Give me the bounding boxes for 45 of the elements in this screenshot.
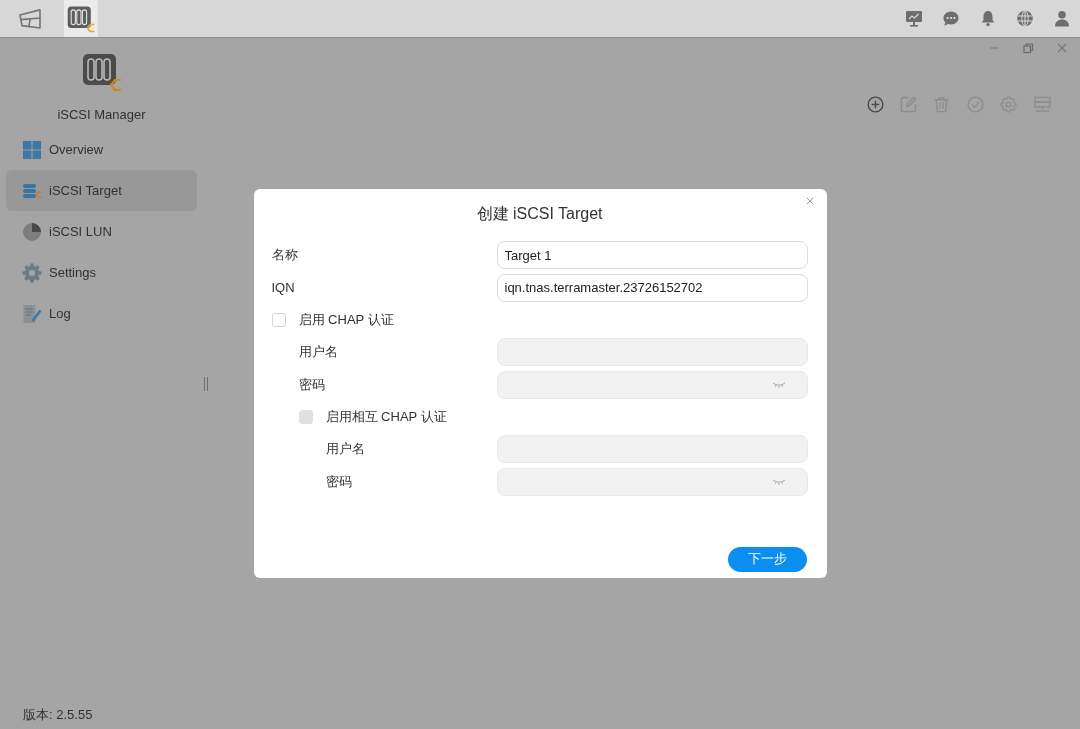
server-icon — [1033, 95, 1051, 113]
toolbar-button[interactable] — [865, 94, 886, 114]
drive-bay-icon — [67, 4, 95, 33]
dialog-title: 创建 iSCSI Target — [476, 204, 603, 225]
check-circle-icon — [966, 95, 984, 113]
field-label: 用户名 — [298, 344, 338, 361]
field-label: 名称 — [271, 247, 298, 264]
edit-icon — [899, 95, 917, 113]
resize-handle[interactable] — [204, 376, 208, 391]
grid-icon — [22, 139, 42, 160]
globe-icon[interactable] — [1016, 10, 1034, 27]
next-button[interactable]: 下一步 — [727, 546, 807, 572]
document-pencil-icon — [22, 303, 42, 324]
close-button[interactable] — [804, 196, 815, 207]
drive-bay-icon — [81, 52, 122, 92]
checkbox-label: 启用相互 CHAP 认证 — [325, 408, 447, 425]
bell-icon[interactable] — [979, 10, 997, 27]
gear-icon — [22, 262, 42, 283]
field-label: 用户名 — [325, 441, 365, 458]
pie-chart-icon — [22, 221, 42, 242]
checkbox-label: 启用 CHAP 认证 — [298, 312, 394, 329]
field-label: IQN — [271, 279, 295, 296]
text-field[interactable]: iqn.tnas.terramaster.23726152702 — [496, 273, 808, 302]
gear-icon — [1000, 95, 1018, 113]
user-icon[interactable] — [1053, 10, 1071, 27]
version-text: 版本: 2.5.55 — [23, 707, 93, 723]
trash-icon — [933, 95, 951, 113]
window-icon — [19, 8, 41, 29]
text-field[interactable]: Target 1 — [496, 241, 808, 270]
nav-item[interactable]: Log — [6, 293, 197, 334]
field-label: 密码 — [325, 473, 352, 490]
nav-item[interactable]: Settings — [6, 252, 197, 293]
nav-item[interactable]: iSCSI Target — [6, 170, 197, 211]
close-icon — [1056, 42, 1068, 54]
monitor-icon[interactable] — [905, 10, 923, 27]
close-icon — [805, 197, 814, 206]
add-icon — [866, 95, 884, 113]
nav-item[interactable]: iSCSI LUN — [6, 211, 197, 252]
app-name: iSCSI Manager — [57, 107, 146, 123]
nav-item[interactable]: Overview — [6, 129, 197, 170]
chat-icon[interactable] — [942, 10, 960, 27]
restore-icon — [1022, 42, 1034, 54]
field-label: 密码 — [298, 376, 325, 393]
taskbar-button[interactable] — [64, 0, 98, 37]
checkbox[interactable] — [271, 313, 286, 328]
